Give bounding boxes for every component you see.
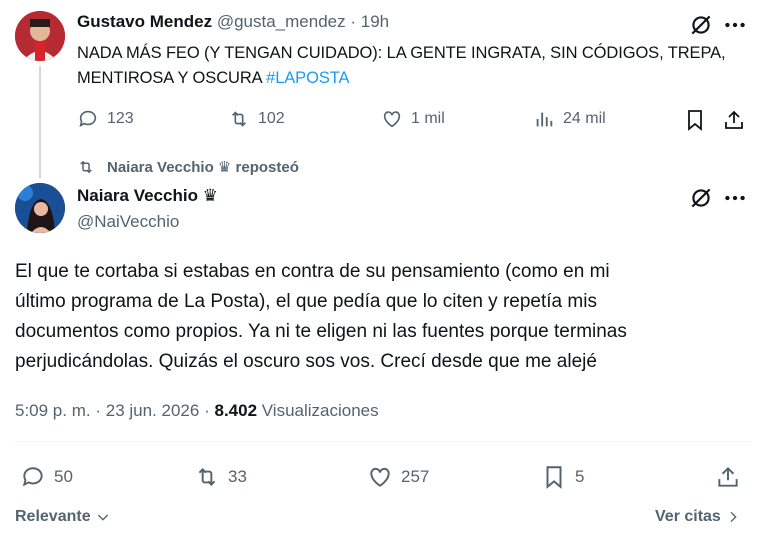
heart-icon: [370, 467, 390, 487]
views-button[interactable]: 24 mil: [533, 108, 606, 130]
separator: ·: [350, 12, 357, 31]
tweet-time[interactable]: 5:09 p. m.: [15, 401, 91, 420]
reply-icon: [22, 467, 43, 487]
quoted-text-body: NADA MÁS FEO (Y TENGAN CUIDADO): LA GENT…: [77, 44, 726, 87]
share-icon: [725, 110, 743, 129]
reply-count: 123: [107, 110, 134, 127]
avatar-gustavo[interactable]: [15, 11, 65, 61]
tweet-line: documentos como propios. Ya ni te eligen…: [15, 321, 627, 342]
retweet-icon: [231, 111, 247, 127]
tweet-line: último programa de La Posta), el que ped…: [15, 291, 597, 312]
chevron-right-icon: [730, 511, 737, 523]
quoted-tweet-text: NADA MÁS FEO (Y TENGAN CUIDADO): LA GENT…: [77, 41, 737, 91]
views-count: 24 mil: [563, 110, 606, 127]
bookmark-count: 5: [575, 467, 585, 486]
repost-banner: Naiara Vecchio ♛ reposteó: [77, 158, 299, 176]
tweet-line: perjudicándolas. Quizás el oscuro sos vo…: [15, 351, 597, 372]
quoted-time[interactable]: 19h: [361, 12, 389, 31]
divider: [15, 441, 750, 442]
tweet-meta: 5:09 p. m. · 23 jun. 2026 · 8.402 Visual…: [15, 401, 379, 421]
repost-text[interactable]: Naiara Vecchio ♛ reposteó: [107, 158, 299, 176]
avatar-naiara[interactable]: [15, 183, 65, 233]
views-icon: [536, 112, 553, 127]
views-label: Visualizaciones: [261, 401, 379, 420]
hashtag-link[interactable]: #LAPOSTA: [266, 69, 349, 87]
separator: ·: [204, 401, 210, 420]
retweet-count: 33: [228, 467, 247, 486]
bookmark-button[interactable]: [683, 108, 707, 132]
main-tweet-text: El que te cortaba si estabas en contra d…: [15, 257, 750, 377]
like-button[interactable]: 1 mil: [381, 108, 445, 130]
repost-icon: [80, 160, 92, 174]
retweet-button[interactable]: 33: [194, 464, 247, 490]
quoted-tweet-header: Gustavo Mendez @gusta_mendez · 19h: [77, 12, 389, 32]
avatar-image: [15, 183, 65, 233]
like-button[interactable]: 257: [367, 464, 429, 490]
retweet-icon: [198, 468, 216, 486]
view-quotes-label: Ver citas: [655, 508, 721, 525]
main-author-handle[interactable]: @NaiVecchio: [77, 212, 179, 232]
sort-label: Relevante: [15, 508, 91, 525]
like-count: 257: [401, 467, 430, 486]
heart-icon: [383, 111, 401, 128]
share-icon: [718, 466, 738, 487]
bookmark-icon: [546, 466, 562, 489]
bookmark-icon: [688, 110, 702, 131]
grok-icon[interactable]: [688, 12, 714, 38]
tweet-date[interactable]: 23 jun. 2026: [106, 401, 200, 420]
retweet-button[interactable]: 102: [228, 108, 285, 130]
separator: ·: [95, 401, 102, 420]
views-total: 8.402: [214, 401, 258, 420]
share-button[interactable]: [722, 108, 746, 132]
quoted-author-name[interactable]: Gustavo Mendez: [77, 12, 212, 31]
chevron-down-icon: [97, 514, 108, 521]
share-button[interactable]: [715, 464, 741, 490]
bookmark-button[interactable]: 5: [541, 464, 584, 490]
reply-icon: [79, 110, 97, 127]
avatar-image: [15, 11, 65, 61]
quoted-author-handle[interactable]: @gusta_mendez: [217, 12, 346, 31]
more-options-icon[interactable]: [722, 185, 748, 211]
reply-button[interactable]: 50: [20, 464, 73, 490]
retweet-count: 102: [258, 110, 285, 127]
thread-line: [39, 66, 41, 178]
reply-count: 50: [54, 467, 73, 486]
sort-dropdown[interactable]: Relevante: [15, 508, 111, 526]
main-author-name[interactable]: Naiara Vecchio ♛: [77, 186, 218, 206]
like-count: 1 mil: [411, 110, 445, 127]
grok-icon[interactable]: [688, 185, 714, 211]
more-options-icon[interactable]: [722, 12, 748, 38]
view-quotes-link[interactable]: Ver citas: [655, 508, 741, 526]
reply-button[interactable]: 123: [77, 108, 134, 130]
tweet-line: El que te cortaba si estabas en contra d…: [15, 261, 610, 282]
